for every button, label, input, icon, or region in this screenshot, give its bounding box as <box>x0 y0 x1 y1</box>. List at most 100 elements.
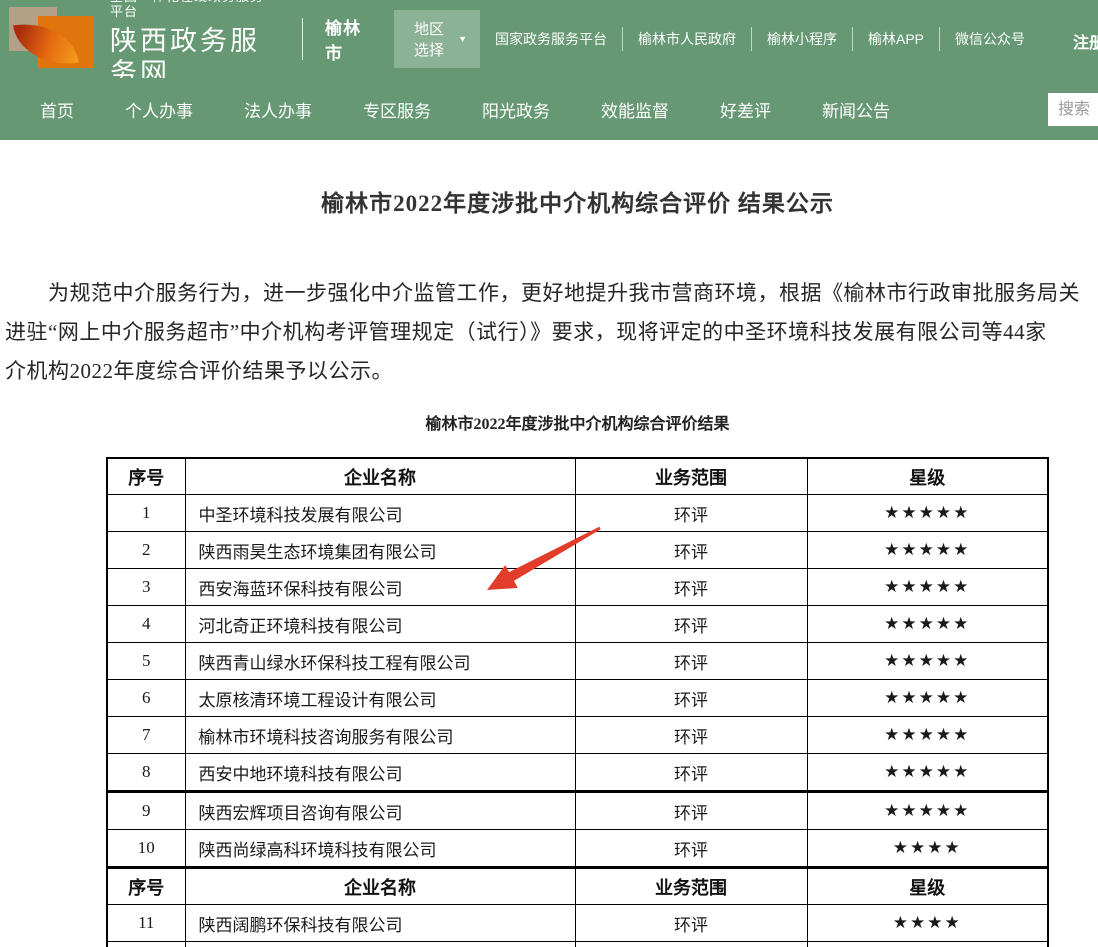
caret-down-icon: ▼ <box>458 35 467 44</box>
cell-sequence-number: 2 <box>107 532 185 569</box>
nav-item[interactable]: 法人办事 <box>244 97 312 122</box>
nav-item[interactable]: 个人办事 <box>125 97 193 122</box>
cell-company-name: 榆林市环境科技咨询服务有限公司 <box>185 717 575 754</box>
cell-sequence-number: 12 <box>107 942 185 947</box>
table-header-row: 序号企业名称业务范围星级 <box>107 458 1048 495</box>
cell-star-rating: ★★★★ <box>807 942 1048 947</box>
cell-business-scope: 环评 <box>575 717 807 754</box>
cell-star-rating: ★★★★★ <box>807 643 1048 680</box>
search-input[interactable] <box>1048 93 1098 126</box>
top-link[interactable]: 榆林市人民政府 <box>622 27 751 51</box>
cell-star-rating: ★★★★★ <box>807 532 1048 569</box>
column-header: 企业名称 <box>185 458 575 495</box>
cell-company-name: 陕西雨昊生态环境集团有限公司 <box>185 532 575 569</box>
cell-sequence-number: 3 <box>107 569 185 606</box>
column-header: 序号 <box>107 458 185 495</box>
cell-star-rating: ★★★★★ <box>807 569 1048 606</box>
register-link[interactable]: 注册 <box>1073 29 1098 53</box>
column-header: 业务范围 <box>575 868 807 905</box>
cell-company-name: 陕西阔鹏环保科技有限公司 <box>185 905 575 942</box>
table-header-row: 序号企业名称业务范围星级 <box>107 868 1048 905</box>
nav-item[interactable]: 首页 <box>40 97 74 122</box>
cell-star-rating: ★★★★ <box>807 830 1048 868</box>
platform-tagline: 全国一体化在线政务服务平台 <box>110 0 276 20</box>
table-row: 5陕西青山绿水环保科技工程有限公司环评★★★★★ <box>107 643 1048 680</box>
table-row: 10陕西尚绿高科环境科技有限公司环评★★★★ <box>107 830 1048 868</box>
cell-business-scope: 环评 <box>575 569 807 606</box>
cell-star-rating: ★★★★★ <box>807 680 1048 717</box>
table-row: 9陕西宏辉项目咨询有限公司环评★★★★★ <box>107 792 1048 830</box>
cell-business-scope: 环评 <box>575 680 807 717</box>
nav-item[interactable]: 专区服务 <box>363 97 431 122</box>
site-header: 全国一体化在线政务服务平台 陕西政务服务网 榆林市 地区选择 ▼ 国家政务服务平… <box>0 0 1098 78</box>
cell-company-name: 陕西宏辉项目咨询有限公司 <box>185 792 575 830</box>
cell-sequence-number: 9 <box>107 792 185 830</box>
header-links: 国家政务服务平台榆林市人民政府榆林小程序榆林APP微信公众号 <box>480 27 1040 51</box>
cell-sequence-number: 4 <box>107 606 185 643</box>
column-header: 企业名称 <box>185 868 575 905</box>
table-row: 7榆林市环境科技咨询服务有限公司环评★★★★★ <box>107 717 1048 754</box>
paragraph-line: 进驻“网上中介服务超市”中介机构考评管理规定（试行）》要求，现将评定的中圣环境科… <box>5 313 1098 352</box>
announcement-document: 榆林市2022年度涉批中介机构综合评价 结果公示 为规范中介服务行为，进一步强化… <box>0 184 1098 947</box>
table-row: 8西安中地环境科技有限公司环评★★★★★ <box>107 754 1048 792</box>
column-header: 星级 <box>807 868 1048 905</box>
cell-star-rating: ★★★★ <box>807 905 1048 942</box>
paragraph-line: 介机构2022年度综合评价结果予以公示。 <box>5 352 1098 391</box>
cell-company-name: 太原核清环境工程设计有限公司 <box>185 680 575 717</box>
table-row: 11陕西阔鹏环保科技有限公司环评★★★★ <box>107 905 1048 942</box>
nav-item[interactable]: 阳光政务 <box>482 97 550 122</box>
cell-sequence-number: 6 <box>107 680 185 717</box>
cell-business-scope: 环评 <box>575 643 807 680</box>
cell-company-name: 中煤科工西安研究院（集团）有限公司 <box>185 942 575 947</box>
table-row: 3西安海蓝环保科技有限公司环评★★★★★ <box>107 569 1048 606</box>
main-nav-items: 首页 个人办事 法人办事 专区服务 阳光政务 效能监督 好差评 新闻公告 <box>40 97 890 122</box>
cell-star-rating: ★★★★★ <box>807 606 1048 643</box>
nav-item[interactable]: 效能监督 <box>601 97 669 122</box>
announcement-paragraph: 为规范中介服务行为，进一步强化中介监管工作，更好地提升我市营商环境，根据《榆林市… <box>0 274 1098 391</box>
column-header: 序号 <box>107 868 185 905</box>
paragraph-line: 为规范中介服务行为，进一步强化中介监管工作，更好地提升我市营商环境，根据《榆林市… <box>5 274 1098 313</box>
cell-business-scope: 环评 <box>575 754 807 792</box>
cell-sequence-number: 5 <box>107 643 185 680</box>
cell-business-scope: 环评 <box>575 495 807 532</box>
cell-business-scope: 环评 <box>575 905 807 942</box>
table-row: 6太原核清环境工程设计有限公司环评★★★★★ <box>107 680 1048 717</box>
cell-company-name: 西安中地环境科技有限公司 <box>185 754 575 792</box>
cell-star-rating: ★★★★★ <box>807 717 1048 754</box>
table-row: 2陕西雨昊生态环境集团有限公司环评★★★★★ <box>107 532 1048 569</box>
site-logo[interactable] <box>6 6 96 76</box>
table-row: 1中圣环境科技发展有限公司环评★★★★★ <box>107 495 1048 532</box>
top-link[interactable]: 国家政务服务平台 <box>480 27 622 51</box>
cell-sequence-number: 11 <box>107 905 185 942</box>
cell-star-rating: ★★★★★ <box>807 495 1048 532</box>
cell-sequence-number: 1 <box>107 495 185 532</box>
cell-sequence-number: 8 <box>107 754 185 792</box>
top-link[interactable]: 微信公众号 <box>939 27 1040 51</box>
column-header: 业务范围 <box>575 458 807 495</box>
cell-company-name: 中圣环境科技发展有限公司 <box>185 495 575 532</box>
top-link[interactable]: 榆林小程序 <box>751 27 852 51</box>
cell-star-rating: ★★★★★ <box>807 754 1048 792</box>
cell-company-name: 陕西青山绿水环保科技工程有限公司 <box>185 643 575 680</box>
region-selector-button[interactable]: 地区选择 ▼ <box>394 10 480 68</box>
cell-company-name: 河北奇正环境科技有限公司 <box>185 606 575 643</box>
table-row: 12中煤科工西安研究院（集团）有限公司环评★★★★ <box>107 942 1048 947</box>
region-selector-label: 地区选择 <box>407 18 451 60</box>
cell-business-scope: 环评 <box>575 830 807 868</box>
cell-company-name: 西安海蓝环保科技有限公司 <box>185 569 575 606</box>
table-row: 4河北奇正环境科技有限公司环评★★★★★ <box>107 606 1048 643</box>
top-link[interactable]: 榆林APP <box>852 27 939 51</box>
brand-divider <box>302 18 303 60</box>
cell-business-scope: 环评 <box>575 606 807 643</box>
cell-star-rating: ★★★★★ <box>807 792 1048 830</box>
evaluation-table-body: 序号企业名称业务范围星级1中圣环境科技发展有限公司环评★★★★★2陕西雨昊生态环… <box>107 458 1048 947</box>
nav-item[interactable]: 新闻公告 <box>822 97 890 122</box>
brand-text: 全国一体化在线政务服务平台 陕西政务服务网 <box>110 0 276 89</box>
cell-sequence-number: 7 <box>107 717 185 754</box>
evaluation-table: 序号企业名称业务范围星级1中圣环境科技发展有限公司环评★★★★★2陕西雨昊生态环… <box>106 457 1049 947</box>
page-title: 榆林市2022年度涉批中介机构综合评价 结果公示 <box>0 184 1098 218</box>
nav-item[interactable]: 好差评 <box>720 97 771 122</box>
main-nav: 首页 个人办事 法人办事 专区服务 阳光政务 效能监督 好差评 新闻公告 <box>0 78 1098 140</box>
cell-sequence-number: 10 <box>107 830 185 868</box>
cell-business-scope: 环评 <box>575 792 807 830</box>
